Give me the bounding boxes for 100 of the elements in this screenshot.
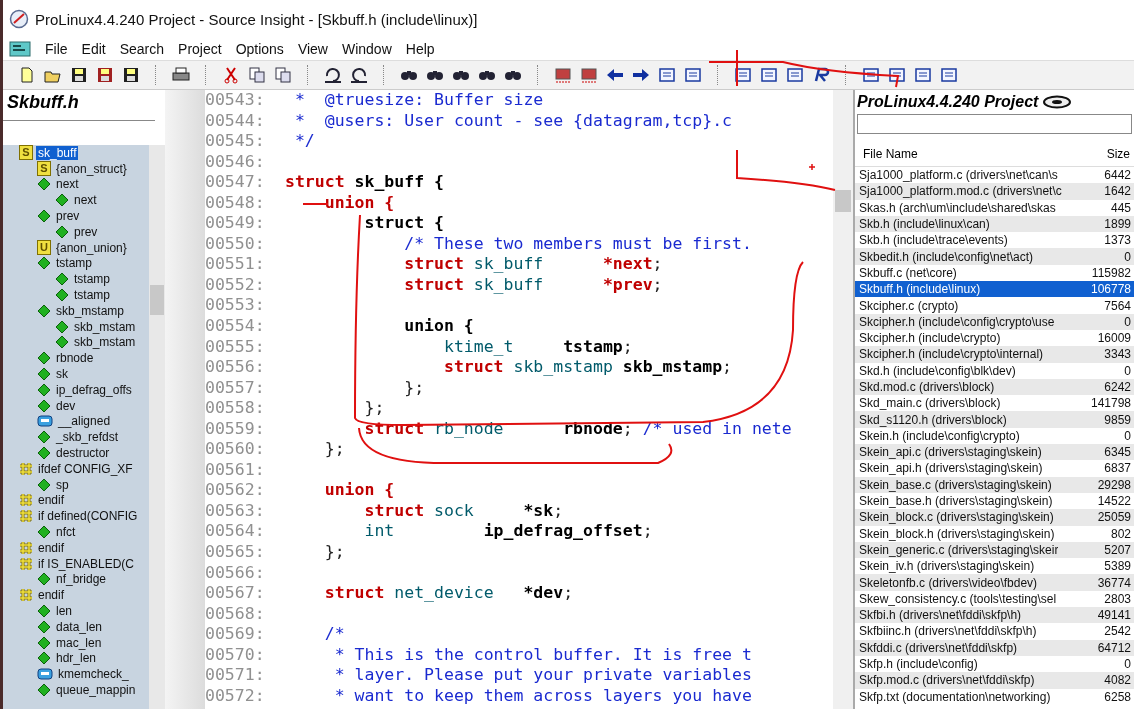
file-row[interactable]: Sja1000_platform.mod.c (drivers\net\c 1642 [855, 183, 1134, 200]
file-row[interactable]: Skcipher.c (crypto) 7564 [855, 297, 1134, 314]
toolbar-icon[interactable] [95, 66, 115, 84]
tree-item[interactable]: ifdef CONFIG_XF [36, 461, 135, 476]
toolbar-icon[interactable] [69, 66, 89, 84]
file-row[interactable]: Skb.h (include\trace\events) 1373 [855, 232, 1134, 249]
file-row[interactable]: Skas.h (arch\um\include\shared\skas 445 [855, 199, 1134, 216]
tree-item[interactable]: __aligned [56, 414, 113, 429]
tree-item[interactable]: mac_len [54, 635, 104, 650]
menu-item[interactable]: Edit [81, 41, 106, 57]
line-number: 00565: [205, 542, 266, 563]
arrow-icon[interactable] [605, 66, 625, 84]
file-row[interactable]: Skd.mod.c (drivers\block) 6242 [855, 378, 1134, 396]
tree-item[interactable]: sk [54, 367, 70, 382]
tree-item[interactable]: _skb_refdst [54, 430, 121, 445]
code-editor[interactable] [205, 90, 853, 709]
toolbar-icon[interactable] [579, 66, 599, 84]
toolbar-icon[interactable] [323, 66, 343, 84]
file-row[interactable]: Skbuff.h (include\linux) 106778 [855, 281, 1134, 298]
tree-item[interactable]: nfct [54, 525, 78, 539]
tree-item[interactable]: prev [72, 224, 100, 239]
column-header[interactable]: File Name [863, 147, 918, 161]
file-row[interactable]: Skfbiinc.h (drivers\net\fddi\skfp\h) 2542 [855, 623, 1134, 640]
menu-item[interactable]: Window [341, 41, 392, 57]
tree-item[interactable]: hdr_len [54, 651, 99, 666]
tree-item[interactable]: endif [36, 540, 67, 555]
menu-item[interactable]: Search [119, 41, 165, 57]
menu-item[interactable]: File [45, 41, 68, 57]
search-field[interactable] [857, 114, 1132, 134]
file-row[interactable]: Skd_main.c (drivers\block) 141798 [855, 395, 1134, 412]
tree-item[interactable]: destructor [54, 446, 112, 461]
tree-item[interactable]: if defined(CONFIG [36, 509, 140, 524]
arrow-icon[interactable] [631, 66, 651, 84]
tree-item[interactable]: prev [54, 209, 82, 224]
file-row[interactable]: Skb.h (include\linux\can) 1899 [855, 215, 1134, 233]
file-row[interactable]: Skcipher.h (include\config\crypto\use 0 [855, 313, 1134, 330]
file-row[interactable]: Skfp.h (include\config) 0 [855, 655, 1134, 673]
diamond-icon [55, 224, 69, 239]
tree-item[interactable]: dev [54, 398, 78, 413]
file-row[interactable]: Skfddi.c (drivers\net\fddi\skfp) 64712 [855, 639, 1134, 656]
file-row[interactable]: Skd.h (include\config\blk\dev) 0 [855, 362, 1134, 379]
scissors-icon[interactable] [221, 66, 241, 84]
tree-item[interactable]: ip_defrag_offs [54, 382, 134, 397]
tree-item[interactable]: kmemcheck_ [56, 667, 131, 682]
file-row[interactable]: Skew_consistency.c (tools\testing\sel 2803 [855, 590, 1134, 607]
file-row[interactable]: Sja1000_platform.c (drivers\net\can\s 6442 [855, 167, 1134, 184]
menu-item[interactable]: Options [235, 41, 284, 57]
tree-item[interactable]: sp [54, 477, 71, 492]
tree-item[interactable]: sk_buff [36, 145, 79, 160]
file-row[interactable]: Skfp.txt (documentation\networking) 6258 [855, 688, 1134, 705]
scrollbar[interactable] [149, 145, 165, 709]
tree-item[interactable]: if IS_ENABLED(C [36, 556, 137, 571]
tree-item[interactable]: next [54, 177, 81, 192]
file-row[interactable]: Skfbi.h (drivers\net\fddi\skfp\h) 49141 [855, 607, 1134, 624]
code-line: union { [323, 480, 395, 501]
file-row[interactable]: Skein_iv.h (drivers\staging\skein) 5389 [855, 558, 1134, 575]
tree-item[interactable]: tstamp [72, 272, 112, 287]
tree-item[interactable]: len [54, 604, 74, 618]
tree-item[interactable]: skb_mstam [72, 319, 138, 334]
column-header[interactable]: Size [1106, 147, 1130, 161]
scrollbar[interactable] [833, 90, 853, 709]
tree-item[interactable]: queue_mappin [54, 683, 138, 697]
file-row[interactable]: Skein.h (include\config\crypto) 0 [855, 427, 1134, 445]
file-row[interactable]: Skd_s1120.h (drivers\block) 9859 [855, 411, 1134, 428]
file-row[interactable]: Skbuff.c (net\core) 115982 [855, 264, 1134, 282]
tree-item[interactable]: endif [36, 588, 67, 603]
tree-item[interactable]: nf_bridge [54, 572, 109, 587]
tree-item[interactable]: skb_mstamp [54, 303, 127, 318]
menu-item[interactable]: Help [405, 41, 435, 57]
toolbar-icon[interactable] [121, 66, 141, 84]
file-row[interactable]: Skein_api.h (drivers\staging\skein) 6837 [855, 460, 1134, 477]
tree-item[interactable]: tstamp [54, 256, 94, 271]
tree-item[interactable]: skb_mstam [72, 335, 138, 350]
file-row[interactable]: Skcipher.h (include\crypto\internal) 3343 [855, 346, 1134, 363]
line-number: 00544: [205, 110, 266, 132]
file-row[interactable]: Skein_base.c (drivers\staging\skein) 29298 [855, 476, 1134, 493]
menu-item[interactable]: View [297, 41, 328, 57]
toolbar-icon[interactable] [553, 66, 573, 84]
tree-item[interactable]: {anon_union} [54, 240, 129, 255]
tree-item[interactable]: {anon_struct} [54, 161, 129, 176]
file-row[interactable]: Skeletonfb.c (drivers\video\fbdev) 36774 [855, 574, 1134, 591]
tree-item[interactable]: tstamp [72, 288, 112, 303]
toolbar-icon[interactable] [349, 66, 369, 84]
file-row[interactable]: Skein_block.h (drivers\staging\skein) 802 [855, 525, 1134, 542]
file-row[interactable]: Skcipher.h (include\crypto) 16009 [855, 329, 1134, 347]
file-row[interactable]: Skbedit.h (include\config\net\act) 0 [855, 248, 1134, 265]
menu-item[interactable]: Project [178, 41, 222, 57]
file-row[interactable]: Skfp.mod.c (drivers\net\fddi\skfp) 4082 [855, 672, 1134, 689]
symbol-badge: U [37, 240, 51, 256]
file-row[interactable]: Skein_api.c (drivers\staging\skein) 6345 [855, 444, 1134, 461]
tree-item[interactable]: data_len [54, 619, 105, 634]
diamond-icon [37, 177, 51, 192]
tree-item[interactable]: next [72, 193, 99, 208]
printer-icon[interactable] [171, 66, 191, 84]
tree-item[interactable]: endif [36, 493, 67, 508]
tree-item[interactable]: rbnode [54, 351, 96, 366]
file-row[interactable]: Skein_generic.c (drivers\staging\skeir 5207 [855, 541, 1134, 559]
code-line: struct sock *sk; [363, 500, 564, 522]
file-row[interactable]: Skein_base.h (drivers\staging\skein) 14522 [855, 492, 1134, 510]
file-row[interactable]: Skein_block.c (drivers\staging\skein) 25059 [855, 509, 1134, 526]
